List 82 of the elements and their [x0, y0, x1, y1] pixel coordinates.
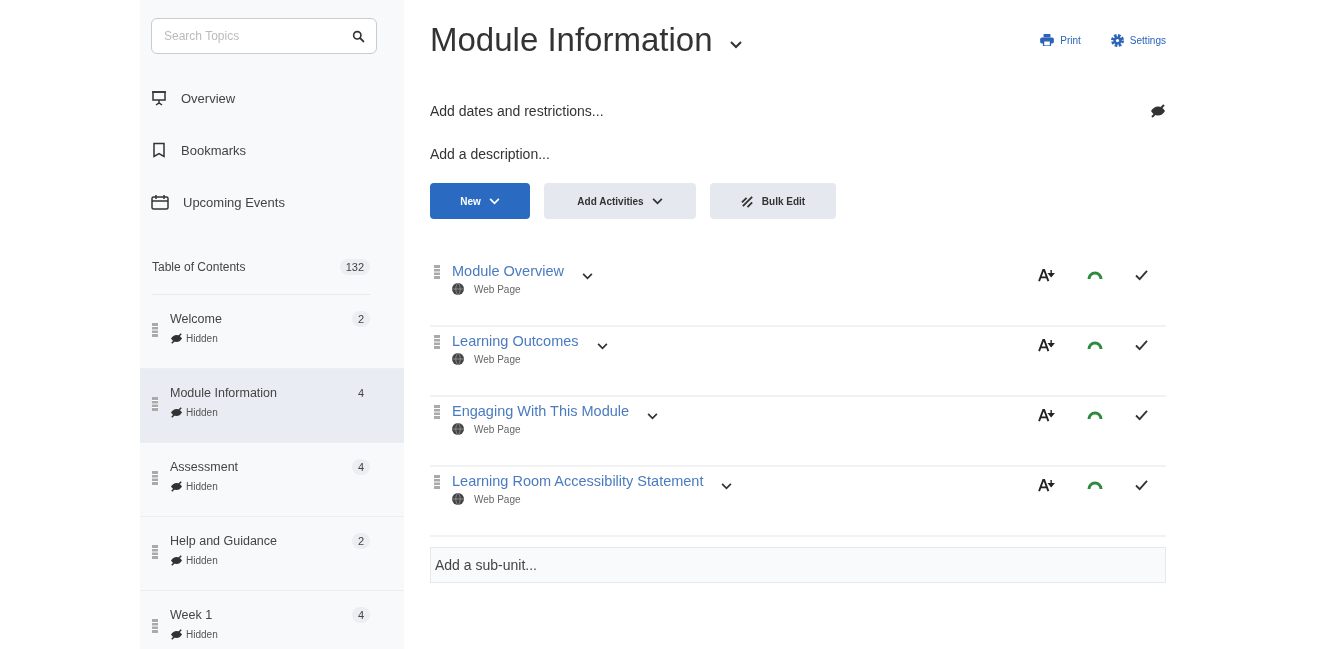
unit-item[interactable]: Week 1 4 Hidden	[140, 591, 404, 649]
drag-handle-icon	[434, 405, 440, 419]
hidden-eye-icon	[170, 481, 183, 492]
topic-link[interactable]: Learning Outcomes	[452, 332, 579, 349]
globe-icon	[452, 283, 464, 295]
gauge-icon[interactable]	[1087, 340, 1103, 350]
topic-link[interactable]: Engaging With This Module	[452, 402, 630, 419]
status-label: Hidden	[186, 629, 218, 640]
gauge-icon[interactable]	[1087, 270, 1103, 280]
text-size-icon[interactable]	[1038, 268, 1055, 282]
text-size-icon[interactable]	[1038, 338, 1055, 352]
calendar-icon	[151, 194, 169, 210]
checkmark-icon[interactable]	[1135, 269, 1148, 281]
status-label: Hidden	[186, 481, 218, 492]
unit-item[interactable]: Help and Guidance 2 Hidden	[140, 517, 404, 591]
text-size-icon[interactable]	[1038, 478, 1055, 492]
sub-unit-field[interactable]: Add a sub-unit...	[430, 547, 1166, 583]
chevron-down-icon	[488, 197, 500, 205]
chevron-down-icon[interactable]	[721, 483, 733, 490]
search-icon	[352, 30, 365, 43]
status-label: Hidden	[186, 555, 218, 566]
globe-icon	[452, 353, 464, 365]
chevron-down-icon[interactable]	[647, 413, 659, 420]
bookmark-icon	[151, 142, 167, 158]
count-badge: 2	[351, 311, 370, 327]
status-label: Hidden	[186, 333, 218, 344]
count-badge: 132	[339, 259, 370, 275]
gauge-icon[interactable]	[1087, 480, 1103, 490]
chevron-down-icon	[651, 197, 663, 205]
bulk-edit-button[interactable]: Bulk Edit	[710, 183, 836, 219]
search-field[interactable]: Search Topics	[151, 18, 377, 54]
topic-type: Web Page	[474, 353, 521, 365]
toolbar-link[interactable]: Settings	[1129, 34, 1166, 46]
checkmark-icon[interactable]	[1135, 409, 1148, 421]
topic-link[interactable]: Module Overview	[452, 262, 564, 279]
chevron-down-icon[interactable]	[582, 273, 593, 280]
drag-handle-icon	[152, 471, 158, 485]
hidden-eye-icon	[170, 407, 183, 418]
text-size-icon[interactable]	[1038, 408, 1055, 422]
toc-heading: Table of Contents	[152, 260, 246, 274]
description-link[interactable]: Add a description...	[430, 145, 550, 162]
hidden-eye-icon	[170, 629, 183, 640]
printer-icon	[1040, 34, 1055, 46]
status-label: Hidden	[186, 407, 218, 418]
hidden-eye-icon	[170, 555, 183, 566]
topic-type: Web Page	[474, 283, 521, 295]
gear-icon	[1110, 33, 1124, 47]
drag-handle-icon	[434, 335, 440, 349]
chevron-down-icon[interactable]	[596, 343, 608, 350]
globe-icon	[452, 423, 464, 435]
checkmark-icon[interactable]	[1135, 479, 1148, 491]
chevron-down-icon[interactable]	[730, 41, 743, 49]
drag-handle-icon	[434, 475, 440, 489]
count-badge: 4	[351, 607, 370, 623]
count-badge: 2	[351, 533, 370, 549]
checkmark-icon[interactable]	[1135, 339, 1148, 351]
topic-link[interactable]: Learning Room Accessibility Statement	[452, 472, 704, 489]
unit-item[interactable]: Assessment 4 Hidden	[140, 443, 404, 517]
sidebar-link[interactable]: Bookmarks	[181, 142, 247, 158]
unit-item[interactable]: Module Information 4 Hidden	[140, 369, 404, 443]
new-button[interactable]: New	[430, 183, 530, 219]
count-label: 4	[356, 386, 365, 401]
hidden-eye-icon	[170, 333, 183, 344]
sidebar-link[interactable]: Upcoming Events	[183, 194, 285, 210]
drag-handle-icon	[152, 619, 158, 633]
add-activities-button[interactable]: Add Activities	[544, 183, 696, 219]
pencil-lines-icon	[740, 194, 754, 208]
globe-icon	[452, 493, 464, 505]
page-title: Module Information	[430, 21, 713, 59]
topic-type: Web Page	[474, 423, 521, 435]
hidden-eye-icon[interactable]	[1150, 103, 1166, 118]
toolbar-link[interactable]: Print	[1060, 34, 1081, 46]
count-badge: 4	[351, 459, 370, 475]
drag-handle-icon	[152, 323, 158, 337]
drag-handle-icon	[434, 265, 440, 279]
drag-handle-icon	[152, 397, 158, 411]
presentation-icon	[151, 90, 167, 106]
topic-type: Web Page	[474, 493, 521, 505]
dates-link[interactable]: Add dates and restrictions...	[430, 102, 604, 119]
sidebar-link[interactable]: Overview	[181, 90, 236, 106]
gauge-icon[interactable]	[1087, 410, 1103, 420]
drag-handle-icon	[152, 545, 158, 559]
